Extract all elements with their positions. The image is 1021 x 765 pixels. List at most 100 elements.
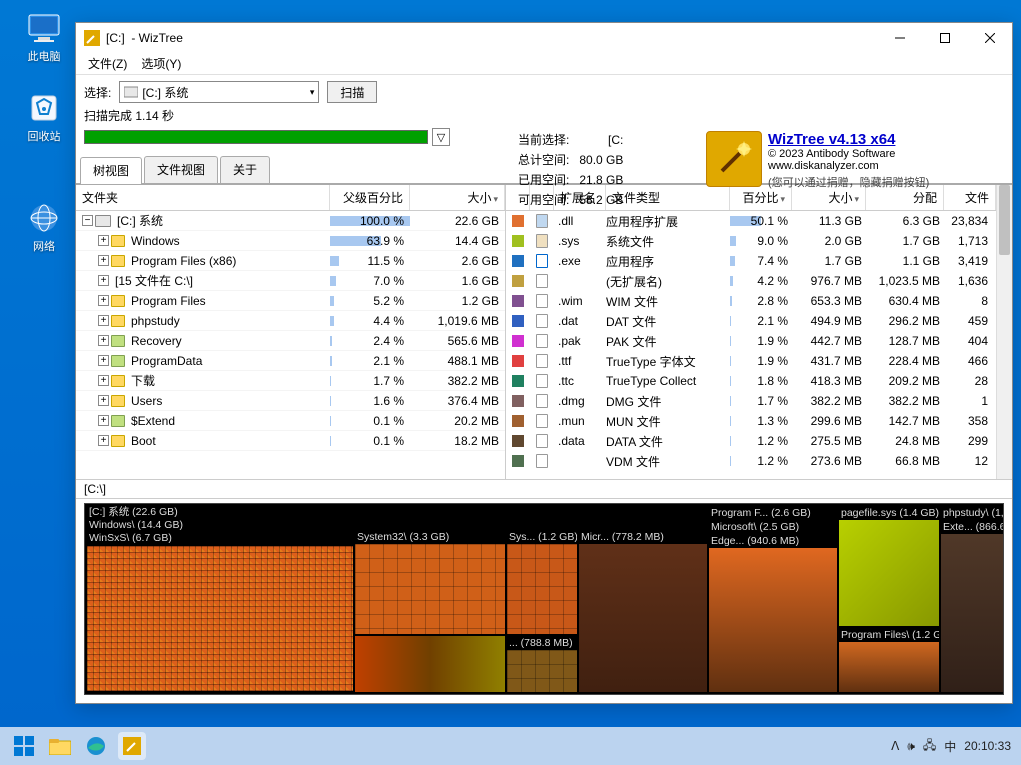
- expand-icon[interactable]: +: [98, 295, 109, 306]
- brand-name[interactable]: WizTree v4.13 x64: [768, 131, 929, 148]
- desktop-icon-recycle-bin[interactable]: 回收站: [14, 90, 74, 144]
- size-cell: 431.7 MB: [792, 354, 866, 368]
- size-cell: 1,019.6 MB: [410, 314, 505, 328]
- file-icon: [530, 334, 554, 348]
- expand-icon[interactable]: +: [98, 275, 109, 286]
- ext-row[interactable]: .datDAT 文件2.1 %494.9 MB296.2 MB459: [506, 311, 996, 331]
- scan-button[interactable]: 扫描: [327, 81, 377, 103]
- alloc-cell: 128.7 MB: [866, 334, 944, 348]
- ext-row[interactable]: .dll应用程序扩展50.1 %11.3 GB6.3 GB23,834: [506, 211, 996, 231]
- tab-about[interactable]: 关于: [220, 156, 270, 183]
- desktop-icon-this-pc[interactable]: 此电脑: [14, 10, 74, 64]
- ext-row[interactable]: .ttfTrueType 字体文1.9 %431.7 MB228.4 MB466: [506, 351, 996, 371]
- size-cell: 18.2 MB: [410, 434, 505, 448]
- tree-row[interactable]: +phpstudy4.4 %1,019.6 MB: [76, 311, 505, 331]
- tree-row[interactable]: +Users1.6 %376.4 MB: [76, 391, 505, 411]
- taskbar-explorer[interactable]: [46, 732, 74, 760]
- ext-row[interactable]: .exe应用程序7.4 %1.7 GB1.1 GB3,419: [506, 251, 996, 271]
- menu-file[interactable]: 文件(Z): [84, 53, 131, 74]
- col-parent-pct[interactable]: 父级百分比: [330, 185, 410, 210]
- size-cell: 20.2 MB: [410, 414, 505, 428]
- treemap[interactable]: [C:] 系统 (22.6 GB) Windows\ (14.4 GB) Win…: [84, 503, 1004, 695]
- tree-row[interactable]: +Recovery2.4 %565.6 MB: [76, 331, 505, 351]
- tab-tree-view[interactable]: 树视图: [80, 157, 142, 184]
- expand-icon[interactable]: +: [98, 395, 109, 406]
- tray-chevron-icon[interactable]: ᐱ: [891, 739, 899, 753]
- file-icon: [530, 414, 554, 428]
- color-swatch: [506, 455, 530, 467]
- ext-scrollbar[interactable]: [996, 185, 1012, 479]
- taskbar-wiztree[interactable]: [118, 732, 146, 760]
- expand-icon[interactable]: +: [98, 435, 109, 446]
- folder-name: [15 文件在 C:\]: [115, 272, 193, 289]
- collapse-icon[interactable]: −: [82, 215, 93, 226]
- size-cell: 14.4 GB: [410, 234, 505, 248]
- tree-row[interactable]: +Boot0.1 %18.2 MB: [76, 431, 505, 451]
- ext-row[interactable]: .dmgDMG 文件1.7 %382.2 MB382.2 MB1: [506, 391, 996, 411]
- minimize-button[interactable]: [877, 23, 922, 53]
- alloc-cell: 630.4 MB: [866, 294, 944, 308]
- color-swatch: [506, 275, 530, 287]
- tree-row[interactable]: +Program Files (x86)11.5 %2.6 GB: [76, 251, 505, 271]
- start-button[interactable]: [10, 732, 38, 760]
- tree-row[interactable]: +下载1.7 %382.2 MB: [76, 371, 505, 391]
- ext-row[interactable]: .pakPAK 文件1.9 %442.7 MB128.7 MB404: [506, 331, 996, 351]
- tray-ime[interactable]: 中: [944, 738, 956, 755]
- maximize-button[interactable]: [922, 23, 967, 53]
- folder-name: $Extend: [131, 414, 175, 428]
- expand-icon[interactable]: +: [98, 355, 109, 366]
- expand-icon[interactable]: +: [98, 375, 109, 386]
- files-cell: 358: [944, 414, 996, 428]
- col-files[interactable]: 文件: [944, 185, 996, 210]
- ext-cell: .ttf: [554, 354, 606, 368]
- tree-row[interactable]: +[15 文件在 C:\]7.0 %1.6 GB: [76, 271, 505, 291]
- ext-cell: .ttc: [554, 374, 606, 388]
- tree-row[interactable]: +Windows63.9 %14.4 GB: [76, 231, 505, 251]
- expand-icon[interactable]: +: [98, 255, 109, 266]
- pct-cell: 1.2 %: [730, 454, 792, 468]
- brand-site[interactable]: www.diskanalyzer.com: [768, 160, 929, 172]
- ext-row[interactable]: VDM 文件1.2 %273.6 MB66.8 MB12: [506, 451, 996, 471]
- ext-row[interactable]: .wimWIM 文件2.8 %653.3 MB630.4 MB8: [506, 291, 996, 311]
- ext-cell: .sys: [554, 234, 606, 248]
- close-button[interactable]: [967, 23, 1012, 53]
- expand-icon[interactable]: +: [98, 335, 109, 346]
- tray-network-icon[interactable]: 🖧: [923, 736, 936, 757]
- file-icon: [530, 454, 554, 468]
- alloc-cell: 296.2 MB: [866, 314, 944, 328]
- expand-icon[interactable]: +: [98, 235, 109, 246]
- desktop-icon-network[interactable]: 网络: [14, 200, 74, 254]
- tab-file-view[interactable]: 文件视图: [144, 156, 218, 183]
- ext-row[interactable]: .munMUN 文件1.3 %299.6 MB142.7 MB358: [506, 411, 996, 431]
- ext-row[interactable]: (无扩展名)4.2 %976.7 MB1,023.5 MB1,636: [506, 271, 996, 291]
- pct-cell: 0.1 %: [330, 434, 410, 448]
- color-swatch: [506, 375, 530, 387]
- brand-block: WizTree v4.13 x64 © 2023 Antibody Softwa…: [706, 131, 929, 190]
- ext-cell: .dat: [554, 314, 606, 328]
- filter-button[interactable]: ▽: [432, 128, 450, 146]
- tray-speaker-icon[interactable]: 🕪: [907, 739, 915, 754]
- expand-icon[interactable]: +: [98, 315, 109, 326]
- ext-row[interactable]: .sys系统文件9.0 %2.0 GB1.7 GB1,713: [506, 231, 996, 251]
- scan-status: 扫描完成 1.14 秒: [84, 107, 174, 124]
- expand-icon[interactable]: +: [98, 415, 109, 426]
- tree-row[interactable]: +ProgramData2.1 %488.1 MB: [76, 351, 505, 371]
- menu-options[interactable]: 选项(Y): [137, 53, 185, 74]
- desktop-label-network: 网络: [14, 238, 74, 254]
- files-cell: 1: [944, 394, 996, 408]
- treemap-edge: Edge... (940.6 MB): [709, 534, 837, 548]
- size-cell: 382.2 MB: [410, 374, 505, 388]
- tree-row[interactable]: −[C:] 系统100.0 %22.6 GB: [76, 211, 505, 231]
- tree-row[interactable]: +$Extend0.1 %20.2 MB: [76, 411, 505, 431]
- files-cell: 8: [944, 294, 996, 308]
- col-size[interactable]: 大小: [410, 185, 505, 210]
- folder-icon: [111, 355, 125, 367]
- col-folder[interactable]: 文件夹: [76, 185, 330, 210]
- tray-clock[interactable]: 20:10:33: [964, 739, 1011, 753]
- tree-row[interactable]: +Program Files5.2 %1.2 GB: [76, 291, 505, 311]
- pct-cell: 5.2 %: [330, 294, 410, 308]
- ext-row[interactable]: .ttcTrueType Collect1.8 %418.3 MB209.2 M…: [506, 371, 996, 391]
- taskbar-edge[interactable]: [82, 732, 110, 760]
- drive-select[interactable]: [C:] 系统 ▾: [119, 81, 319, 103]
- ext-row[interactable]: .dataDATA 文件1.2 %275.5 MB24.8 MB299: [506, 431, 996, 451]
